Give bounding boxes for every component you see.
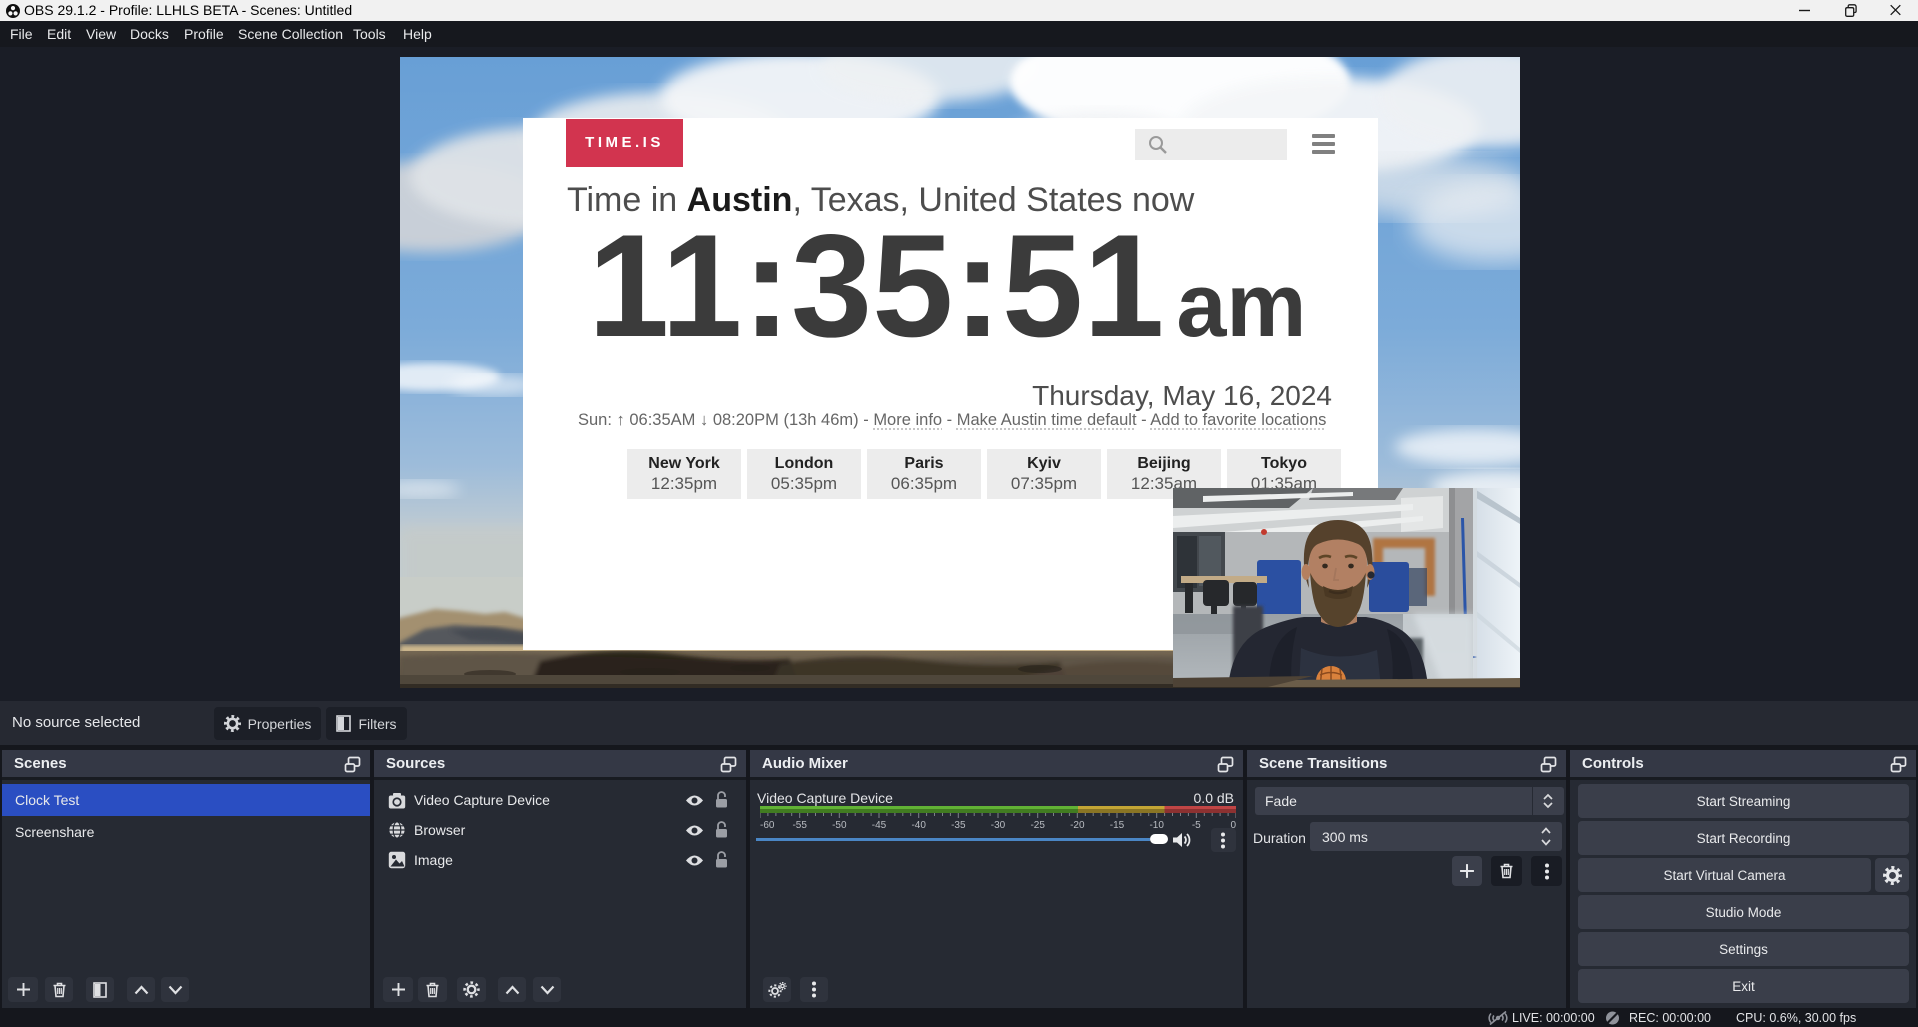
svg-text:-60: -60 [760, 820, 775, 829]
svg-text:-15: -15 [1110, 820, 1125, 829]
svg-text:-30: -30 [991, 820, 1006, 829]
svg-text:-5: -5 [1192, 820, 1201, 829]
svg-text:-50: -50 [832, 820, 847, 829]
svg-text:-45: -45 [872, 820, 887, 829]
svg-text:-20: -20 [1070, 820, 1085, 829]
svg-text:-40: -40 [911, 820, 926, 829]
svg-text:-10: -10 [1149, 820, 1164, 829]
svg-text:-35: -35 [951, 820, 966, 829]
svg-text:-25: -25 [1030, 820, 1045, 829]
svg-text:-55: -55 [792, 820, 807, 829]
